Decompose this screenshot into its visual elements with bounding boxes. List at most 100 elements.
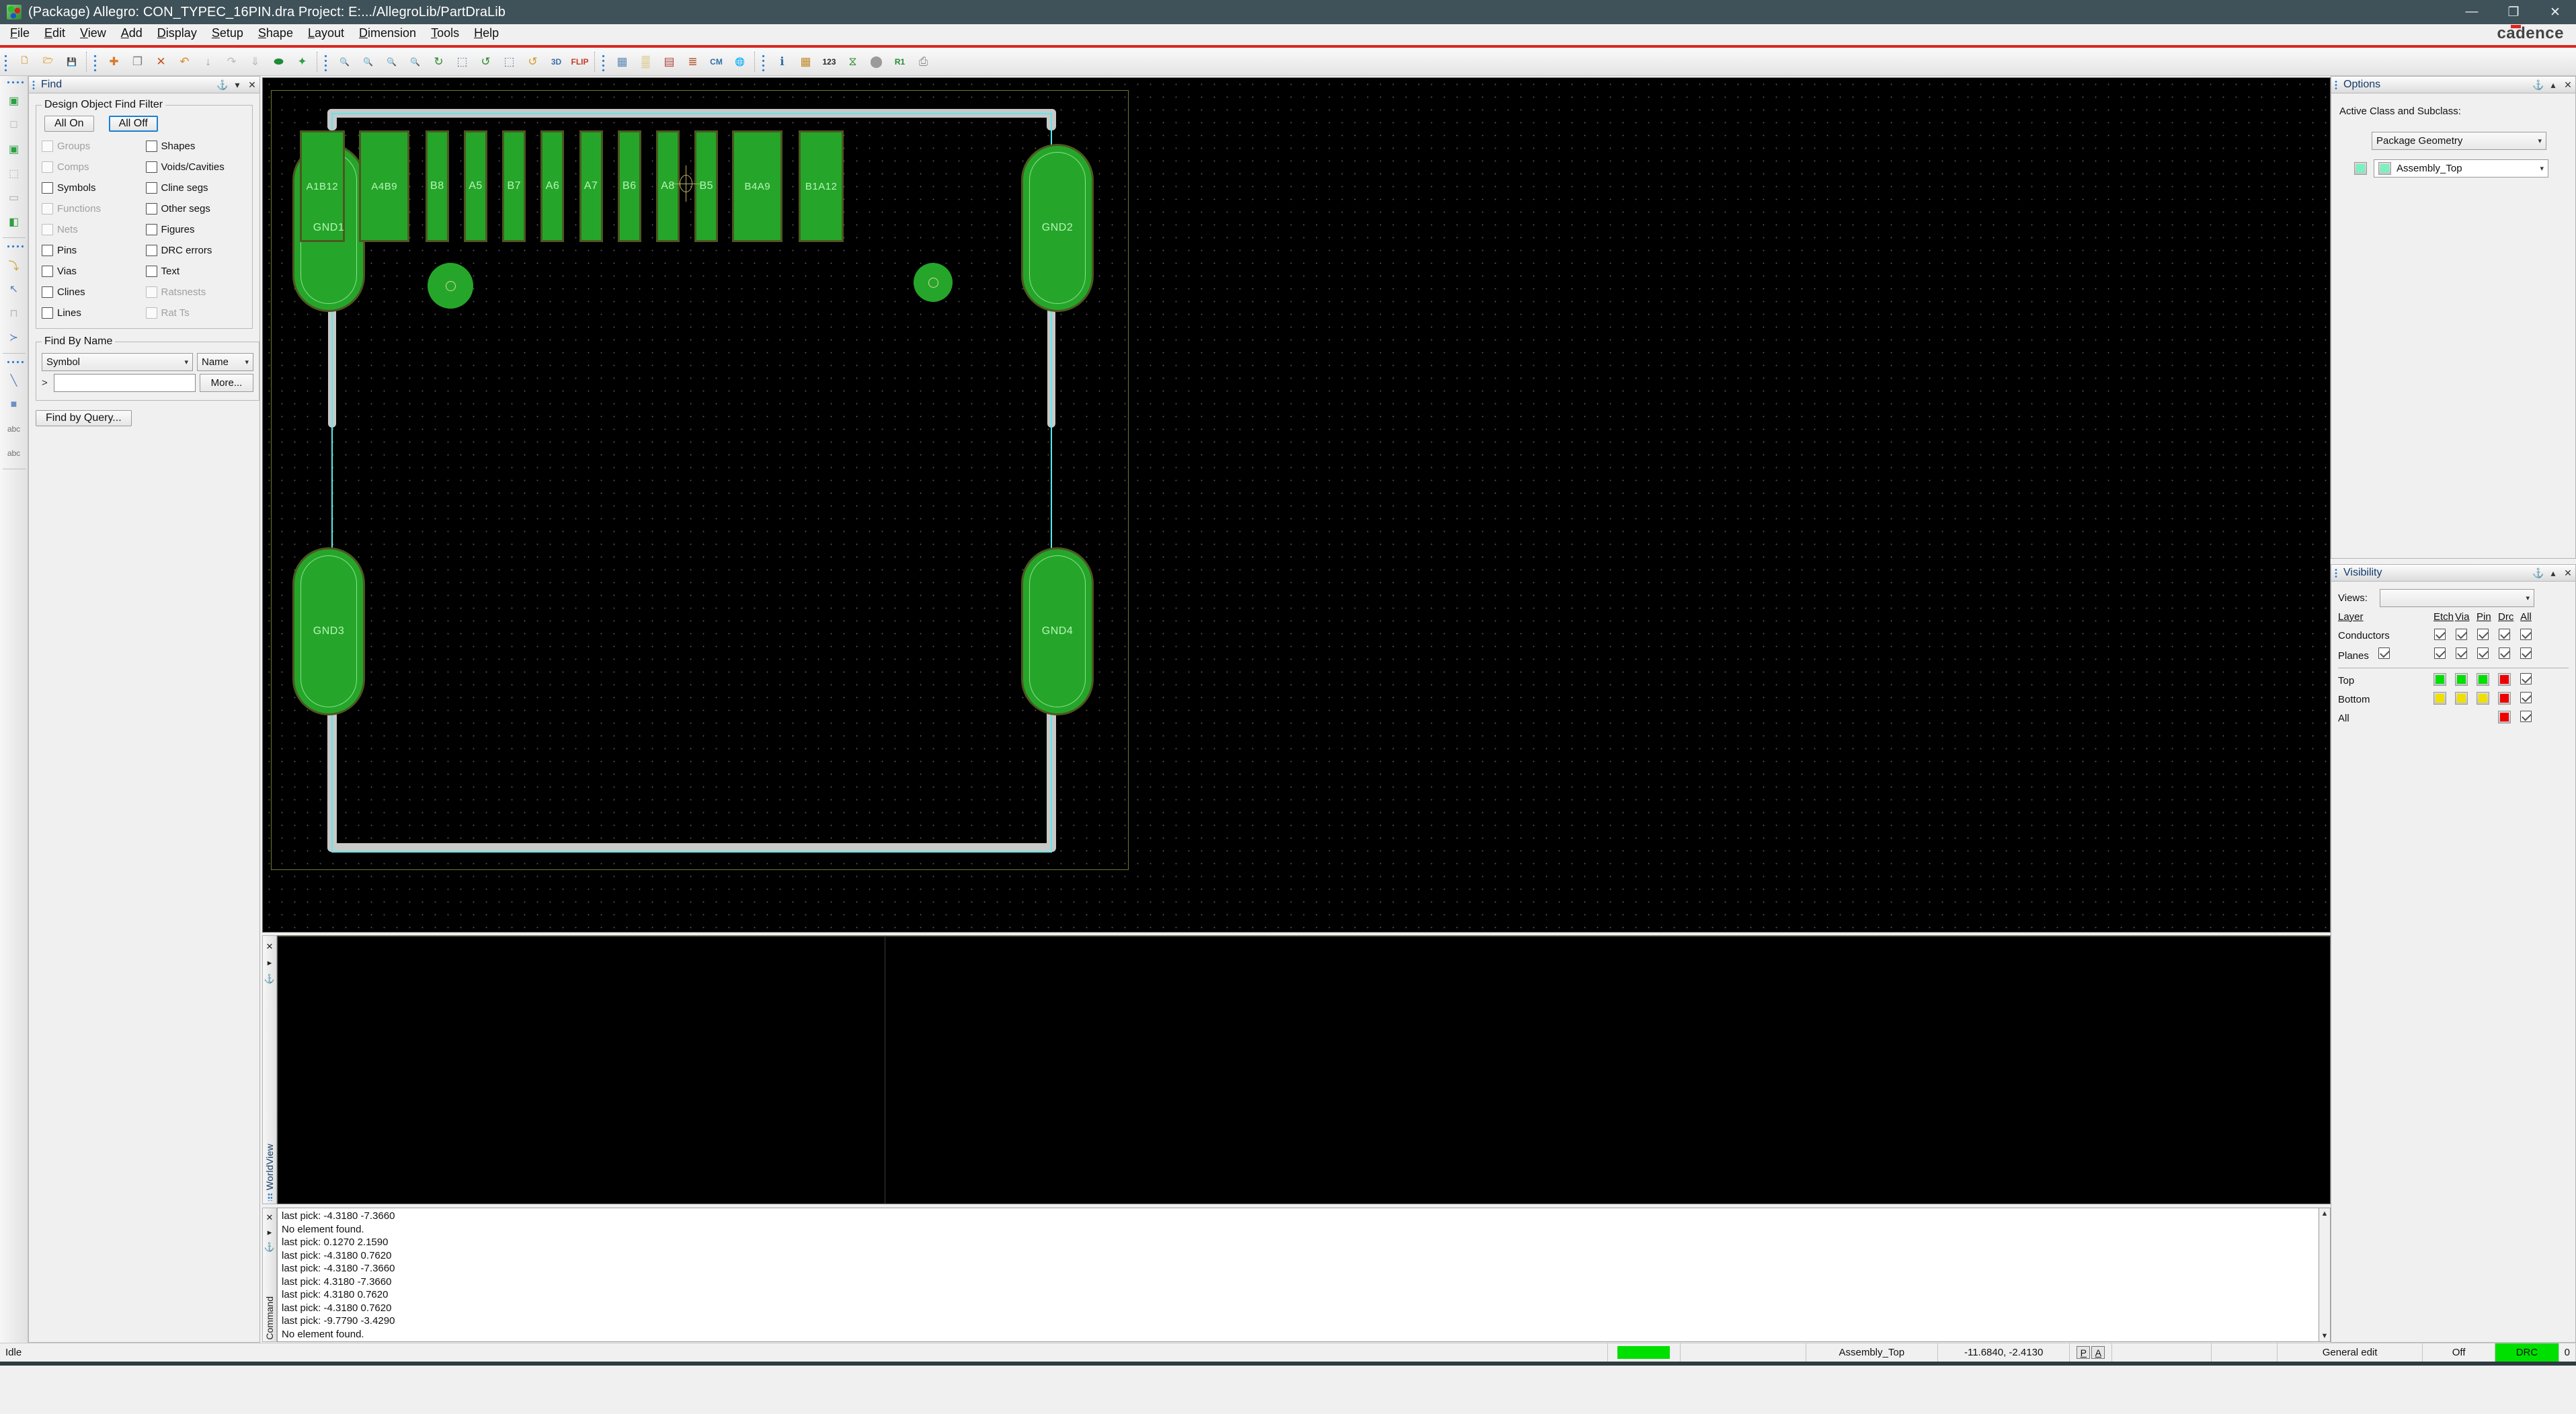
toolbar-grip-4[interactable]: [761, 52, 767, 71]
add-rectangle-icon[interactable]: ■: [3, 393, 26, 416]
checkbox-clines[interactable]: [42, 286, 53, 298]
edit-text-icon[interactable]: abc: [3, 442, 26, 465]
redraw-icon[interactable]: ↺: [475, 50, 497, 73]
view-3d-icon[interactable]: 3D: [545, 50, 567, 73]
color-swatch[interactable]: [2477, 691, 2489, 705]
signal-pad-b1a12[interactable]: B1A12: [798, 130, 844, 242]
close-icon[interactable]: ✕: [2561, 79, 2575, 91]
visibility-cell-conductors-via[interactable]: [2455, 628, 2468, 643]
save-icon[interactable]: 💾: [61, 50, 83, 73]
match-mode-select[interactable]: Name ▾: [197, 353, 253, 371]
signal-pad-a4b9[interactable]: A4B9: [359, 130, 410, 242]
visibility-cell-planes-etch[interactable]: [2433, 647, 2446, 662]
menu-item-file[interactable]: File: [3, 24, 37, 42]
visibility-cell-bottom-pin[interactable]: [2477, 691, 2489, 707]
checkbox-cline-segs[interactable]: [145, 182, 157, 194]
object-type-select[interactable]: Symbol ▾: [42, 353, 193, 371]
command-log-scrollbar[interactable]: ▲ ▼: [2319, 1208, 2331, 1342]
checkbox-pins[interactable]: [42, 244, 53, 256]
menu-item-edit[interactable]: Edit: [37, 24, 73, 42]
checkbox-other-segs[interactable]: [145, 202, 157, 214]
new-file-icon[interactable]: 🗋: [13, 50, 36, 73]
panel-grip-icon[interactable]: [267, 1193, 272, 1201]
undo-icon[interactable]: ↶: [173, 50, 196, 73]
visibility-cell-top-etch[interactable]: [2433, 672, 2446, 689]
pcb-design-canvas[interactable]: GND1 GND2 GND3 GND4 A1B12 A4B9 B8 A5 B7 A6 A7 B…: [262, 77, 2331, 933]
zoom-fit-icon[interactable]: 🔍: [333, 50, 356, 73]
pin-icon[interactable]: ⚓: [264, 974, 275, 984]
shape-compose-icon[interactable]: ◧: [3, 210, 26, 233]
visibility-cell-planes-via[interactable]: [2455, 647, 2468, 662]
toolbar-grip-1[interactable]: [93, 52, 99, 71]
checkbox-icon[interactable]: [2456, 647, 2467, 659]
shape-icon[interactable]: ⬬: [268, 50, 290, 73]
toolbar-grip-2[interactable]: [323, 52, 329, 71]
gnd-pad-4[interactable]: GND4: [1021, 547, 1094, 715]
toolbar-grip-0[interactable]: [3, 52, 9, 71]
color-swatch[interactable]: [2498, 672, 2511, 686]
fanout-icon[interactable]: ≻: [3, 326, 26, 349]
cm-constraint-manager-icon[interactable]: CM: [705, 50, 727, 73]
find-by-query-button[interactable]: Find by Query...: [36, 410, 132, 426]
close-button[interactable]: ✕: [2534, 0, 2576, 24]
shape-delete-void-icon[interactable]: ⬚: [3, 162, 26, 185]
find-checkbox-clines[interactable]: Clines: [42, 282, 143, 302]
signal-pad-a5[interactable]: A5: [464, 130, 488, 242]
hourglass-icon[interactable]: ⧖: [842, 50, 864, 73]
checkbox-icon[interactable]: [2456, 628, 2467, 640]
visibility-cell-conductors-all[interactable]: [2520, 628, 2532, 643]
worldview-canvas[interactable]: [277, 935, 2331, 1204]
visibility-cell-top-all[interactable]: [2520, 672, 2532, 689]
signal-pad-a7[interactable]: A7: [579, 130, 603, 242]
zoom-window-icon[interactable]: 🔍: [357, 50, 379, 73]
checkbox-shapes[interactable]: [145, 140, 157, 152]
visibility-cell-top-via[interactable]: [2455, 672, 2468, 689]
flip-design-icon[interactable]: FLIP: [569, 50, 591, 73]
color-swatch[interactable]: [2498, 691, 2511, 705]
gnd-pad-3[interactable]: GND3: [292, 547, 365, 715]
shape-manual-void-icon[interactable]: □: [3, 114, 26, 136]
vtoolbar-grip-1[interactable]: [4, 244, 24, 250]
shape-edit-boundary-icon[interactable]: ▣: [3, 138, 26, 161]
panel-grip-icon[interactable]: [32, 79, 37, 90]
chevron-down-icon[interactable]: ▾: [230, 79, 245, 91]
find-checkbox-lines[interactable]: Lines: [42, 303, 143, 323]
visibility-cell-conductors-etch[interactable]: [2433, 628, 2446, 643]
views-select[interactable]: ▾: [2380, 588, 2534, 607]
shape-add-rect-icon[interactable]: ▣: [3, 89, 26, 112]
checkbox-icon[interactable]: [2520, 691, 2532, 703]
signal-pad-b7[interactable]: B7: [502, 130, 526, 242]
find-checkbox-shapes[interactable]: Shapes: [145, 136, 247, 156]
chevron-up-icon[interactable]: ▴: [2546, 567, 2561, 579]
find-checkbox-drc-errors[interactable]: DRC errors: [145, 240, 247, 260]
down-arrow2-icon[interactable]: ⇓: [244, 50, 266, 73]
show-element-icon[interactable]: ℹ: [771, 50, 793, 73]
drc-update-icon[interactable]: 🌐: [729, 50, 751, 73]
find-checkbox-figures[interactable]: Figures: [145, 219, 247, 239]
checkbox-figures[interactable]: [145, 223, 157, 235]
checkbox-drc-errors[interactable]: [145, 244, 157, 256]
dimension-123-icon[interactable]: 123: [818, 50, 840, 73]
vtoolbar-grip-2[interactable]: [4, 360, 24, 366]
all-off-button[interactable]: All Off: [108, 116, 158, 132]
slide-icon[interactable]: ↖: [3, 278, 26, 301]
pin-icon[interactable]: ⚓: [2531, 567, 2546, 579]
checkbox-icon[interactable]: [2499, 628, 2510, 640]
vtoolbar-grip-0[interactable]: [4, 80, 24, 86]
toolbar-grip-3[interactable]: [601, 52, 607, 71]
panel-grip-icon[interactable]: [2335, 79, 2339, 90]
menu-item-view[interactable]: View: [73, 24, 114, 42]
grid-toggle-icon[interactable]: ▦: [611, 50, 633, 73]
visibility-cell-bottom-all[interactable]: [2520, 691, 2532, 707]
minimize-button[interactable]: —: [2451, 0, 2493, 24]
pin-icon[interactable]: ⚓: [264, 1242, 275, 1253]
expand-icon[interactable]: ▸: [268, 1227, 272, 1238]
signal-pad-b4a9[interactable]: B4A9: [732, 130, 783, 242]
layer-stack-icon[interactable]: ≣: [682, 50, 704, 73]
active-subclass-select[interactable]: Assembly_Top ▾: [2374, 159, 2548, 178]
delete-icon[interactable]: ✕: [150, 50, 172, 73]
subclass-color-swatch[interactable]: [2354, 162, 2367, 175]
checkbox-text[interactable]: [145, 265, 157, 277]
command-log[interactable]: last pick: -4.3180 -7.3660 No element fou…: [277, 1208, 2319, 1342]
find-checkbox-other-segs[interactable]: Other segs: [145, 198, 247, 219]
